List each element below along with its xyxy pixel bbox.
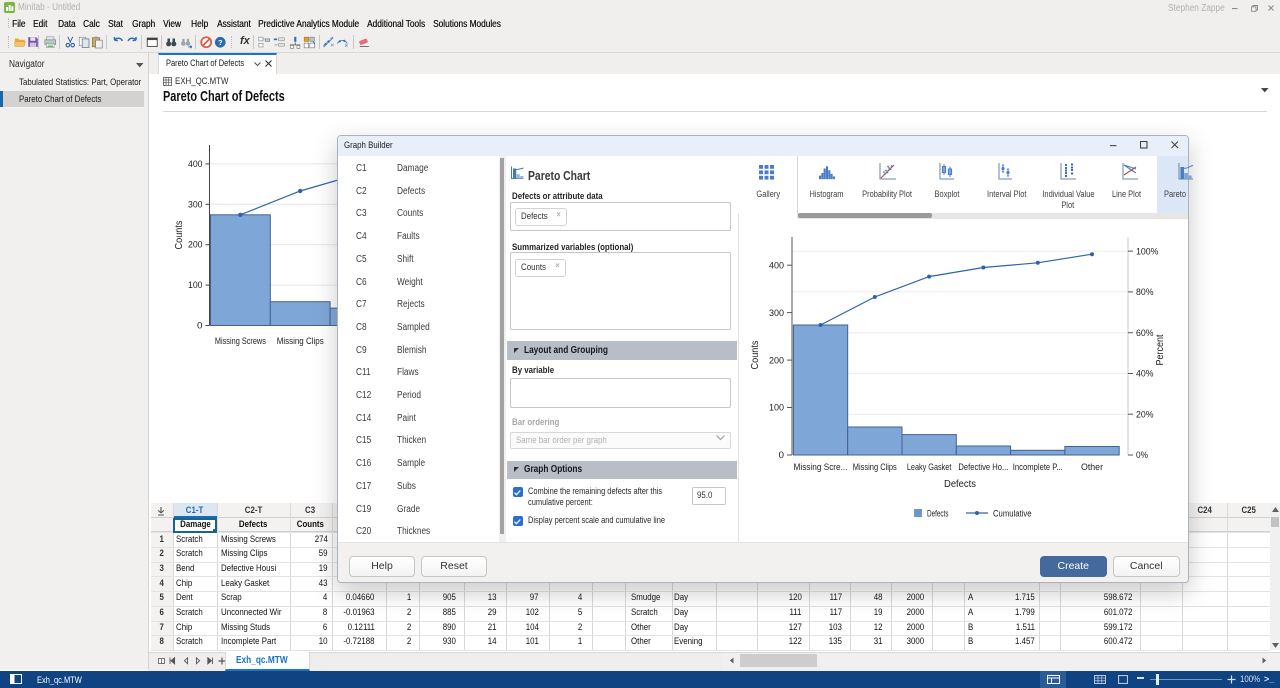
svg-text:400: 400: [188, 159, 203, 170]
svg-text:100: 100: [188, 280, 203, 291]
svg-text:300: 300: [188, 199, 203, 210]
svg-text:0: 0: [197, 321, 203, 332]
svg-text:Missing Clips: Missing Clips: [277, 336, 324, 347]
svg-text:Missing Screws: Missing Screws: [215, 336, 266, 347]
svg-text:200: 200: [188, 240, 203, 251]
svg-text:Counts: Counts: [173, 221, 185, 250]
